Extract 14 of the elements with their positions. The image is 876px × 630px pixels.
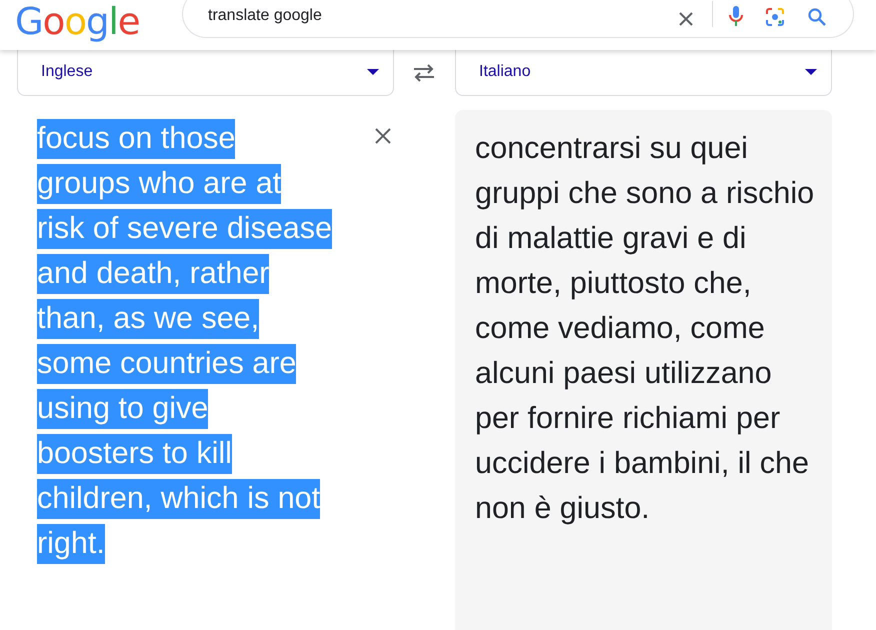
- search-icon[interactable]: [807, 7, 827, 27]
- translation-text: concentrarsi su quei gruppi che sono a rischio di malattie gravi e di morte, piuttosto che, come vediamo, come alcuni paesi utilizzano per fornire richiami per uccidere i bambini, il che non è giusto.: [475, 130, 815, 527]
- caret-icon: [805, 69, 817, 75]
- target-language-dropdown[interactable]: Italiano: [455, 50, 832, 96]
- caret-icon: [367, 69, 379, 75]
- close-icon[interactable]: [374, 127, 392, 145]
- source-language-dropdown[interactable]: Inglese: [17, 50, 394, 96]
- google-logo[interactable]: Google: [15, 2, 182, 42]
- close-icon[interactable]: [678, 11, 694, 27]
- swap-icon[interactable]: [412, 64, 436, 82]
- search-query: translate google: [208, 7, 323, 26]
- camera-icon[interactable]: [765, 7, 785, 27]
- search-field[interactable]: translate google: [182, 0, 854, 38]
- microphone-icon[interactable]: [729, 5, 743, 27]
